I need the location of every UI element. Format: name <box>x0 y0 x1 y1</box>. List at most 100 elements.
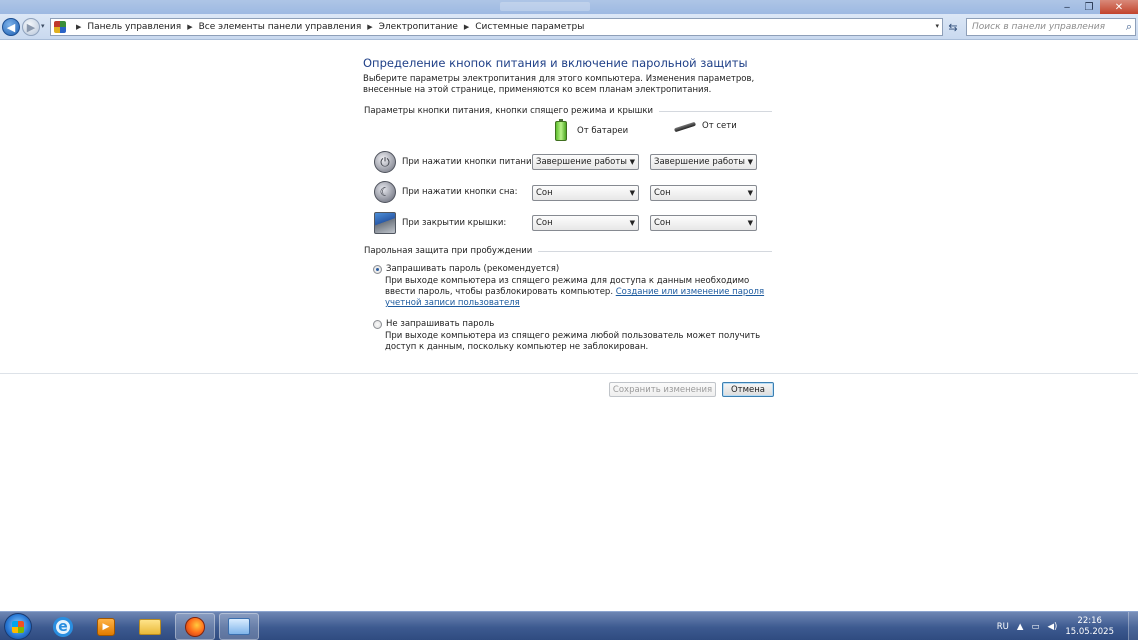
setting-label: При нажатии кнопки сна: <box>402 187 518 197</box>
dropdown-arrow-icon: ▼ <box>629 189 635 197</box>
language-indicator[interactable]: RU <box>997 622 1009 632</box>
search-input[interactable]: Поиск в панели управления ⌕ <box>966 18 1136 36</box>
radio-label[interactable]: Запрашивать пароль (рекомендуется) <box>386 264 559 274</box>
breadcrumb-system-settings[interactable]: Системные параметры <box>475 22 584 32</box>
firefox-icon <box>185 616 205 637</box>
system-tray: RU ▲ ▭ ◀) 22:16 15.05.2025 <box>997 612 1138 641</box>
lid-battery-select[interactable]: Сон ▼ <box>532 215 639 231</box>
clock-time: 22:16 <box>1077 615 1102 626</box>
power-button-battery-select[interactable]: Завершение работы ▼ <box>532 154 639 170</box>
start-button[interactable] <box>4 613 32 640</box>
laptop-lid-icon <box>374 212 396 234</box>
taskbar-media-player[interactable]: ▶ <box>86 613 126 640</box>
forward-button[interactable]: ▶ <box>22 18 40 36</box>
power-button-icon: ⏻ <box>374 151 396 173</box>
windows-logo-icon <box>12 620 24 633</box>
refresh-icon[interactable]: ⇆ <box>945 18 961 36</box>
taskbar-firefox[interactable] <box>175 613 215 640</box>
group-header-buttons-label: Параметры кнопки питания, кнопки спящего… <box>364 106 654 116</box>
select-value: Сон <box>654 188 671 198</box>
page-description: Выберите параметры электропитания для эт… <box>363 74 755 95</box>
address-dropdown-icon[interactable]: ▾ <box>935 22 939 30</box>
select-value: Завершение работы <box>654 157 746 167</box>
control-panel-window-icon <box>228 618 250 635</box>
network-icon[interactable]: ▭ <box>1031 622 1039 632</box>
column-ac-label: От сети <box>702 121 737 131</box>
taskbar-internet-explorer[interactable]: e <box>43 613 83 640</box>
breadcrumb-power-options[interactable]: Электропитание <box>379 22 458 32</box>
radio-require-password[interactable]: Запрашивать пароль (рекомендуется) <box>373 264 559 274</box>
column-battery-label: От батареи <box>577 126 629 136</box>
page-title: Определение кнопок питания и включение п… <box>363 56 748 70</box>
sleep-button-battery-select[interactable]: Сон ▼ <box>532 185 639 201</box>
breadcrumb-separator-icon[interactable]: ▶ <box>367 23 372 31</box>
search-placeholder: Поиск в панели управления <box>972 22 1105 32</box>
group-divider <box>659 110 772 112</box>
cancel-button[interactable]: Отмена <box>722 382 774 397</box>
tray-expand-icon[interactable]: ▲ <box>1017 622 1024 632</box>
radio-button-checked[interactable] <box>373 264 382 274</box>
content-pane: Определение кнопок питания и включение п… <box>0 41 1138 611</box>
footer-divider <box>0 373 1138 374</box>
group-header-password-label: Парольная защита при пробуждении <box>364 246 533 256</box>
setting-row-sleep-button: ☾ При нажатии кнопки сна: <box>374 181 517 203</box>
window-titlebar: ‒ ❐ ✕ <box>0 0 1138 14</box>
history-dropdown-icon[interactable]: ▾ <box>41 22 45 30</box>
dropdown-arrow-icon: ▼ <box>747 189 753 197</box>
setting-label: При нажатии кнопки питания: <box>402 157 540 167</box>
control-panel-icon <box>54 21 66 33</box>
column-ac: От сети <box>674 121 737 131</box>
battery-icon <box>555 119 567 141</box>
minimize-button[interactable]: ‒ <box>1056 0 1078 14</box>
select-value: Сон <box>536 188 553 198</box>
folder-icon <box>139 618 161 635</box>
breadcrumb-separator-icon: ▶ <box>76 23 82 31</box>
no-password-description: При выходе компьютера из спящего режима … <box>385 331 761 352</box>
breadcrumb-all-items[interactable]: Все элементы панели управления <box>199 22 362 32</box>
window-controls: ‒ ❐ ✕ <box>1056 0 1138 14</box>
sleep-button-icon: ☾ <box>374 181 396 203</box>
dropdown-arrow-icon: ▼ <box>747 158 753 166</box>
setting-row-power-button: ⏻ При нажатии кнопки питания: <box>374 151 539 173</box>
power-plug-icon <box>674 121 696 131</box>
title-reflection <box>500 2 590 11</box>
clock[interactable]: 22:16 15.05.2025 <box>1065 616 1114 638</box>
show-desktop-button[interactable] <box>1128 612 1138 641</box>
radio-button-unchecked[interactable] <box>373 319 382 329</box>
taskbar-explorer[interactable] <box>130 613 170 640</box>
restore-button[interactable]: ❐ <box>1078 0 1100 14</box>
breadcrumb-separator-icon[interactable]: ▶ <box>464 23 469 31</box>
taskbar: e ▶ RU ▲ ▭ ◀) 22:16 15.05.2025 <box>0 611 1138 641</box>
clock-date: 15.05.2025 <box>1065 626 1114 637</box>
select-value: Сон <box>536 218 553 228</box>
select-value: Сон <box>654 218 671 228</box>
navigation-bar: ◀ ▶ ▾ ▶ Панель управления ▶ Все элементы… <box>0 14 1138 40</box>
internet-explorer-icon: e <box>53 616 73 637</box>
group-header-password: Парольная защита при пробуждении <box>364 246 772 256</box>
select-value: Завершение работы <box>536 157 628 167</box>
close-button[interactable]: ✕ <box>1100 0 1138 14</box>
breadcrumb-control-panel[interactable]: Панель управления <box>87 22 181 32</box>
dropdown-arrow-icon: ▼ <box>629 219 635 227</box>
sleep-button-ac-select[interactable]: Сон ▼ <box>650 185 757 201</box>
taskbar-control-panel[interactable] <box>219 613 259 640</box>
power-button-ac-select[interactable]: Завершение работы ▼ <box>650 154 757 170</box>
back-button[interactable]: ◀ <box>2 18 20 36</box>
group-header-buttons: Параметры кнопки питания, кнопки спящего… <box>364 106 772 116</box>
radio-no-password[interactable]: Не запрашивать пароль <box>373 319 494 329</box>
save-changes-button[interactable]: Сохранить изменения <box>609 382 716 397</box>
lid-ac-select[interactable]: Сон ▼ <box>650 215 757 231</box>
setting-label: При закрытии крышки: <box>402 218 507 228</box>
group-divider <box>538 250 772 252</box>
address-bar[interactable]: ▶ Панель управления ▶ Все элементы панел… <box>50 18 943 36</box>
media-player-icon: ▶ <box>97 617 115 636</box>
search-icon[interactable]: ⌕ <box>1126 20 1132 34</box>
dropdown-arrow-icon: ▼ <box>629 158 635 166</box>
radio-label[interactable]: Не запрашивать пароль <box>386 319 494 329</box>
column-battery: От батареи <box>555 119 629 141</box>
volume-icon[interactable]: ◀) <box>1047 622 1057 632</box>
require-password-description: При выходе компьютера из спящего режима … <box>385 276 765 309</box>
breadcrumb-separator-icon[interactable]: ▶ <box>187 23 192 31</box>
setting-row-lid: При закрытии крышки: <box>374 212 506 234</box>
dropdown-arrow-icon: ▼ <box>747 219 753 227</box>
